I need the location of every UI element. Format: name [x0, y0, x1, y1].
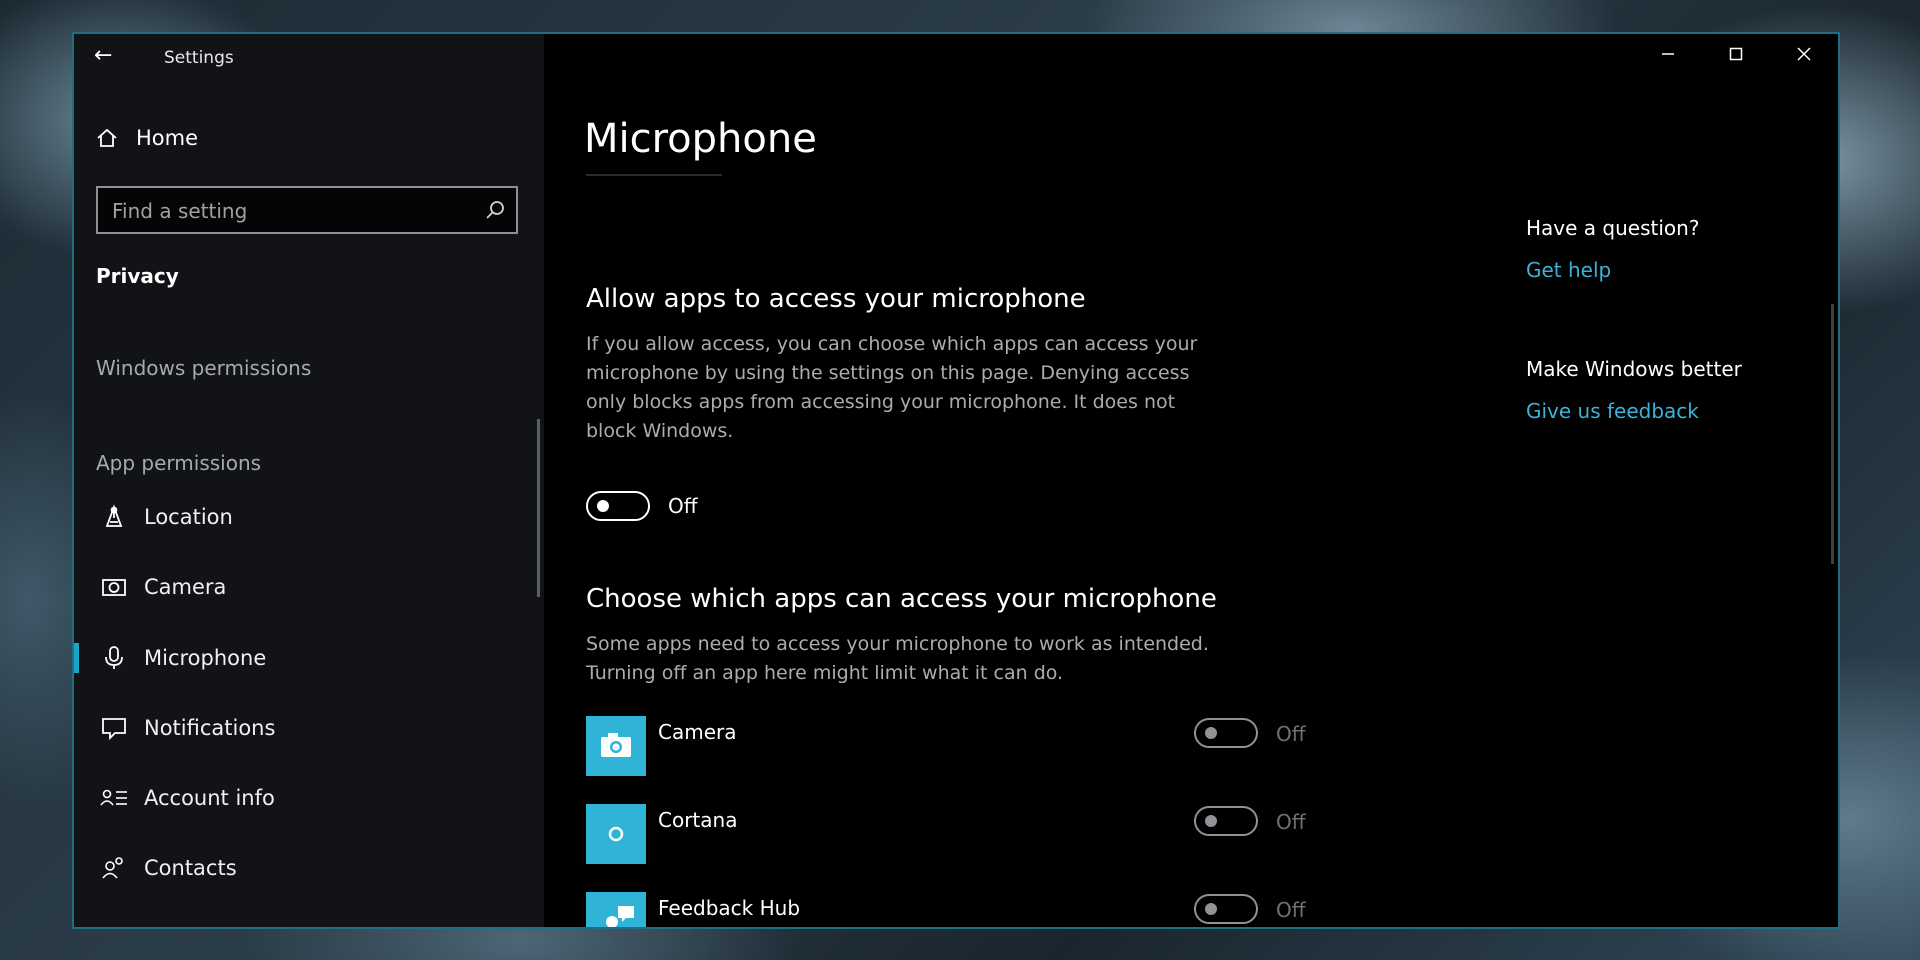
- get-help-link[interactable]: Get help: [1526, 258, 1611, 282]
- sidebar: ← Settings Home Find a setting Privacy W…: [74, 34, 544, 927]
- toggle-knob: [1205, 903, 1217, 915]
- app-row-feedback-hub: Feedback Hub Off: [586, 892, 1306, 927]
- sidebar-item-label: Location: [144, 505, 233, 529]
- app-name: Cortana: [658, 808, 738, 832]
- sidebar-item-account-info[interactable]: Account info: [74, 771, 539, 825]
- content-scrollbar[interactable]: [1831, 304, 1834, 564]
- feedback-hub-app-toggle-state: Off: [1276, 898, 1306, 922]
- privacy-heading: Privacy: [96, 264, 179, 288]
- close-icon: [1797, 47, 1811, 61]
- app-name: Feedback Hub: [658, 896, 801, 920]
- sidebar-item-label: Camera: [144, 575, 227, 599]
- toggle-knob: [1205, 815, 1217, 827]
- maximize-button[interactable]: [1702, 34, 1770, 74]
- app-name: Camera: [658, 720, 737, 744]
- cortana-app-toggle-state: Off: [1276, 810, 1306, 834]
- minimize-icon: [1662, 53, 1674, 55]
- cortana-app-toggle[interactable]: [1194, 806, 1258, 836]
- cortana-app-icon: [586, 804, 646, 864]
- choose-apps-heading: Choose which apps can access your microp…: [586, 584, 1217, 614]
- back-arrow-icon[interactable]: ←: [94, 43, 112, 68]
- home-icon: [97, 128, 117, 147]
- minimize-button[interactable]: [1634, 34, 1702, 74]
- allow-access-heading: Allow apps to access your microphone: [586, 284, 1086, 314]
- camera-icon: [102, 579, 126, 596]
- sidebar-item-location[interactable]: Location: [74, 490, 539, 544]
- settings-window: ← Settings Home Find a setting Privacy W…: [72, 32, 1840, 929]
- app-row-cortana: Cortana Off: [586, 804, 1306, 864]
- allow-access-toggle[interactable]: [586, 491, 650, 521]
- search-input[interactable]: Find a setting: [112, 199, 247, 223]
- close-button[interactable]: [1770, 34, 1838, 74]
- toggle-knob: [1205, 727, 1217, 739]
- main-content: Microphone Allow apps to access your mic…: [544, 34, 1838, 927]
- give-feedback-link[interactable]: Give us feedback: [1526, 399, 1699, 423]
- search-icon[interactable]: [482, 197, 508, 223]
- home-label: Home: [136, 126, 199, 150]
- make-windows-better-heading: Make Windows better: [1526, 357, 1742, 381]
- sidebar-item-camera[interactable]: Camera: [74, 560, 539, 614]
- camera-app-toggle[interactable]: [1194, 718, 1258, 748]
- maximize-icon: [1729, 47, 1743, 61]
- sidebar-item-contacts[interactable]: Contacts: [74, 841, 539, 895]
- sidebar-scrollbar[interactable]: [537, 419, 540, 597]
- search-box[interactable]: Find a setting: [96, 186, 518, 234]
- page-title: Microphone: [584, 116, 817, 162]
- windows-permissions-label: Windows permissions: [96, 356, 312, 380]
- app-permissions-label: App permissions: [96, 451, 262, 475]
- window-controls: [1634, 34, 1838, 74]
- account-info-icon: [100, 789, 127, 806]
- sidebar-item-label: Microphone: [144, 646, 267, 670]
- app-row-camera: Camera Off: [586, 716, 1306, 776]
- microphone-icon: [105, 646, 123, 669]
- toggle-knob: [597, 500, 609, 512]
- feedback-hub-app-icon: [586, 892, 646, 927]
- sidebar-item-notifications[interactable]: Notifications: [74, 701, 539, 755]
- question-heading: Have a question?: [1526, 216, 1700, 240]
- location-icon: [105, 504, 123, 527]
- title-divider: [586, 174, 722, 176]
- allow-access-description: If you allow access, you can choose whic…: [586, 333, 1198, 442]
- sidebar-item-label: Account info: [144, 786, 275, 810]
- sidebar-item-label: Contacts: [144, 856, 237, 880]
- allow-access-toggle-state: Off: [668, 494, 698, 518]
- window-title: Settings: [164, 48, 234, 68]
- sidebar-item-label: Notifications: [144, 716, 276, 740]
- sidebar-item-microphone[interactable]: Microphone: [74, 631, 539, 685]
- sidebar-item-home[interactable]: Home: [96, 126, 198, 150]
- contacts-icon: [102, 857, 123, 879]
- feedback-hub-app-toggle[interactable]: [1194, 894, 1258, 924]
- camera-app-toggle-state: Off: [1276, 722, 1306, 746]
- notifications-icon: [102, 718, 126, 740]
- camera-app-icon: [586, 716, 646, 776]
- choose-apps-description: Some apps need to access your microphone…: [586, 633, 1209, 684]
